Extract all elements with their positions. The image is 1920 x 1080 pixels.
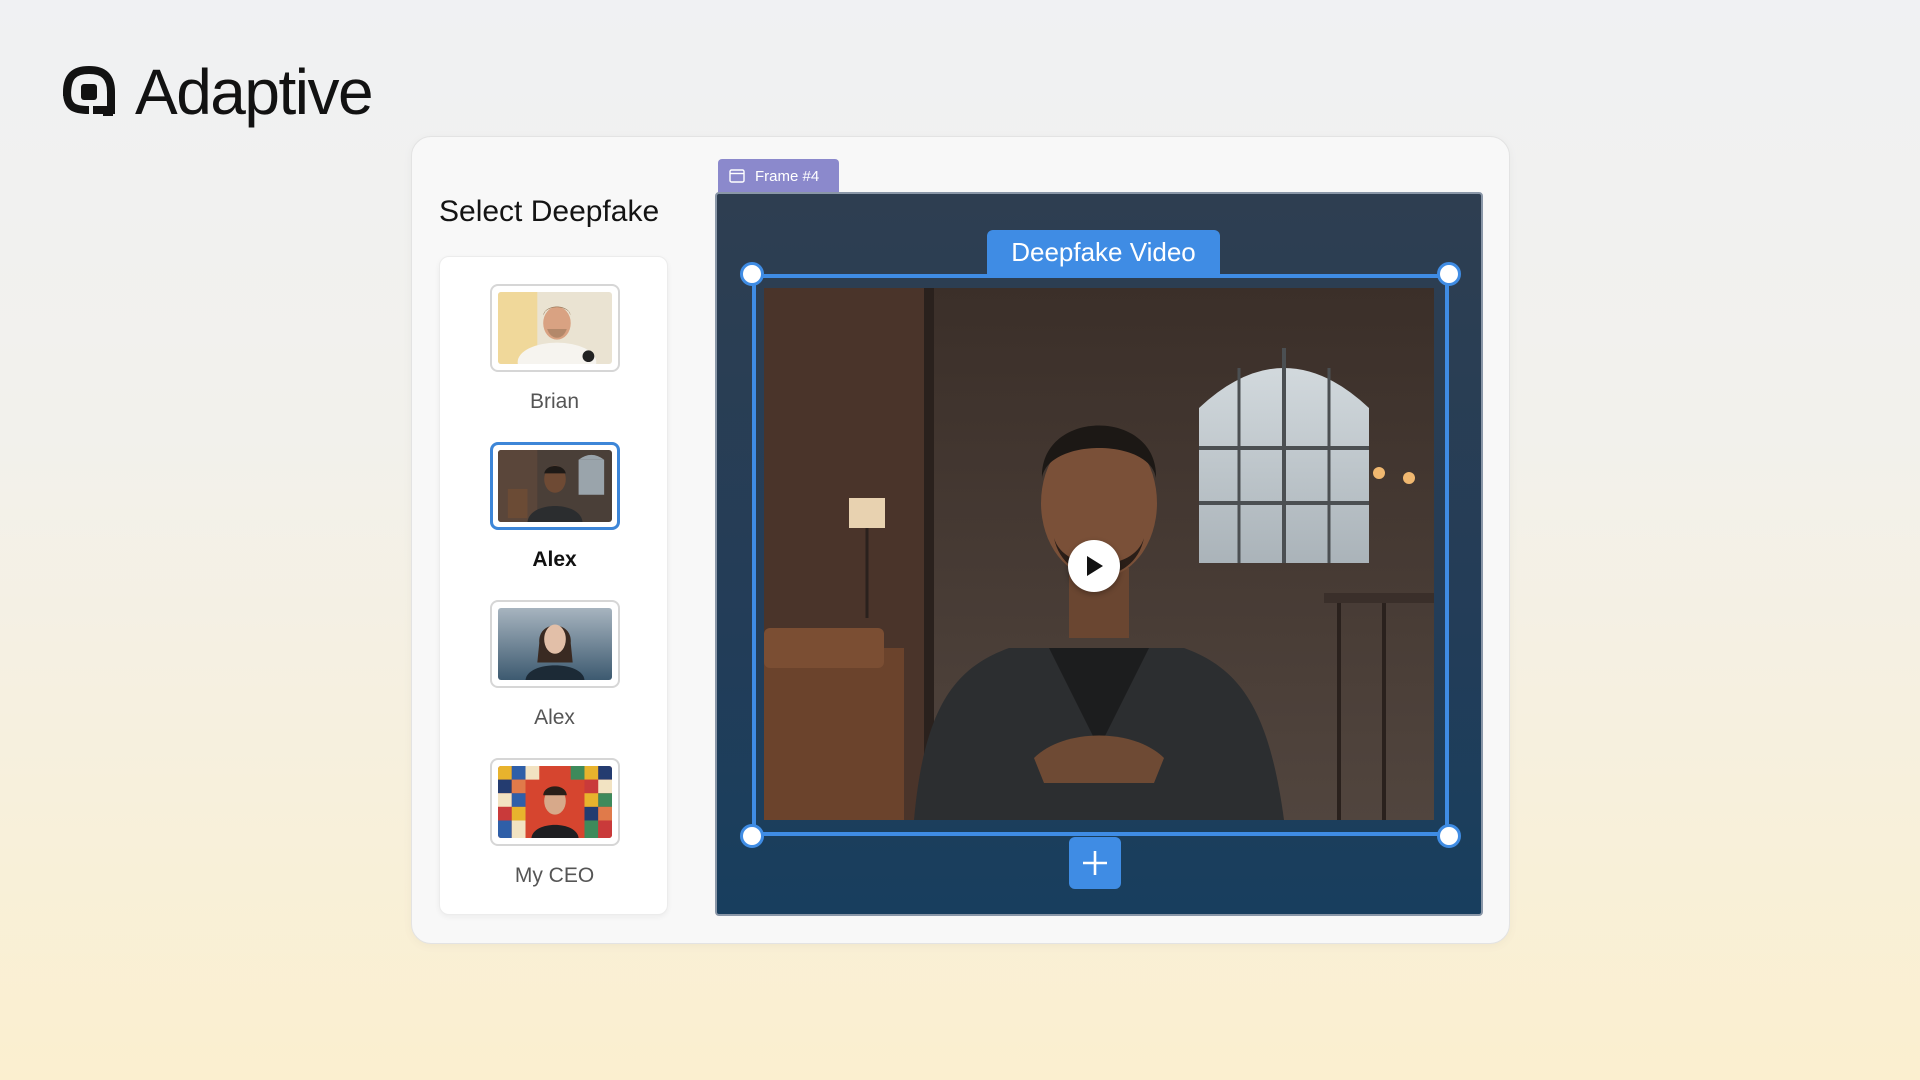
alex-2-thumbnail-image bbox=[497, 608, 612, 680]
thumbnail[interactable] bbox=[489, 600, 620, 688]
video-label: Deepfake Video bbox=[987, 230, 1220, 275]
play-button[interactable] bbox=[1068, 540, 1120, 592]
panel-title: Select Deepfake bbox=[439, 195, 660, 228]
thumbnail[interactable] bbox=[489, 758, 620, 846]
frame-tab-label: Frame #4 bbox=[755, 167, 820, 185]
brand-name: Adaptive bbox=[135, 56, 374, 128]
brand-header: Adaptive bbox=[63, 56, 374, 128]
deepfake-name: Alex bbox=[532, 548, 577, 571]
resize-handle-top-right[interactable] bbox=[1437, 262, 1461, 286]
deepfake-list: Brian Alex Alex My CEO bbox=[439, 256, 668, 915]
thumbnail[interactable] bbox=[489, 284, 620, 372]
my-ceo-thumbnail-image bbox=[497, 766, 612, 838]
frame-tab[interactable]: Frame #4 bbox=[718, 159, 839, 193]
add-button[interactable] bbox=[1069, 837, 1121, 889]
play-icon bbox=[1087, 556, 1103, 576]
alex-thumbnail-image bbox=[497, 450, 612, 522]
resize-handle-bottom-right[interactable] bbox=[1437, 824, 1461, 848]
thumbnail[interactable] bbox=[489, 442, 620, 530]
resize-handle-top-left[interactable] bbox=[740, 262, 764, 286]
deepfake-item-brian[interactable]: Brian bbox=[440, 284, 669, 414]
resize-handle-bottom-left[interactable] bbox=[740, 824, 764, 848]
deepfake-item-alex[interactable]: Alex bbox=[440, 600, 669, 730]
plus-icon bbox=[1083, 851, 1107, 875]
adaptive-logo-icon bbox=[63, 66, 115, 116]
deepfake-name: Brian bbox=[529, 390, 580, 413]
brian-thumbnail-image bbox=[497, 292, 612, 364]
deepfake-name: My CEO bbox=[514, 864, 595, 887]
deepfake-item-my-ceo[interactable]: My CEO bbox=[440, 758, 669, 888]
deepfake-name: Alex bbox=[534, 706, 575, 729]
frame-icon bbox=[729, 169, 745, 183]
deepfake-item-alex-selected[interactable]: Alex bbox=[440, 442, 669, 572]
